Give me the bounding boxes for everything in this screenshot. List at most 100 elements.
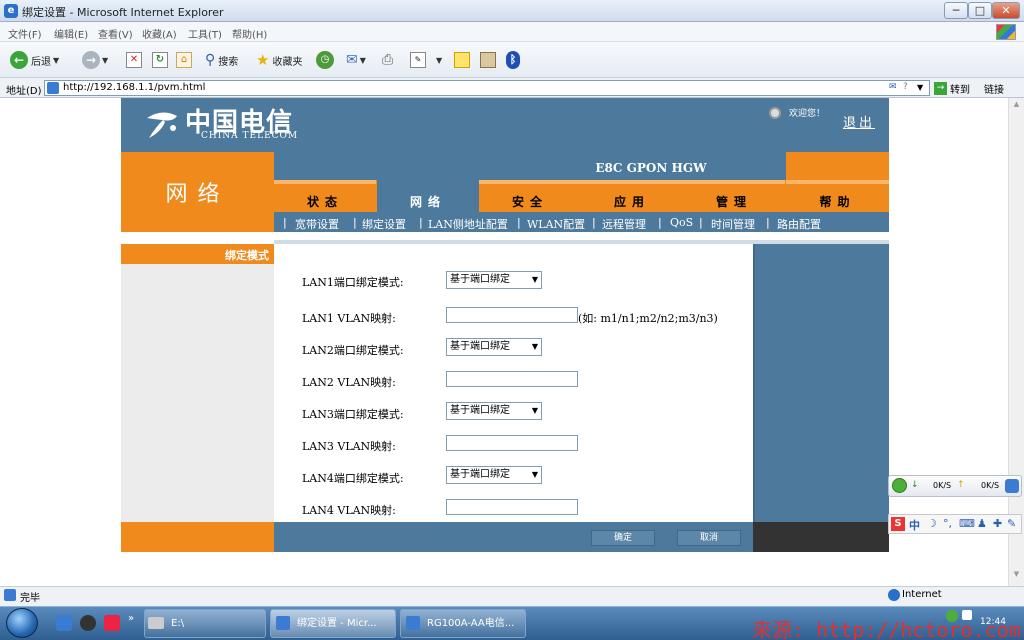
menu-view[interactable]: 查看(V) — [98, 26, 133, 41]
note-button[interactable] — [454, 50, 470, 70]
subnav-routing[interactable]: 路由配置 — [777, 216, 821, 232]
menu-edit[interactable]: 编辑(E) — [54, 26, 88, 41]
left-sidebar — [121, 244, 274, 522]
skin-icon[interactable]: ✚ — [993, 517, 1002, 530]
lan1-mode-value: 基于端口绑定 — [450, 274, 510, 285]
user-icon[interactable]: ♟ — [977, 517, 987, 530]
maximize-button[interactable]: □ — [968, 2, 992, 19]
lan1-mode-label: LAN1端口绑定模式: — [302, 276, 404, 289]
accelerator-icon — [892, 478, 907, 493]
punctuation-icon[interactable]: °, — [943, 517, 952, 530]
address-input[interactable]: http://192.168.1.1/pvm.html ✉ ? ▼ — [44, 80, 930, 96]
subnav-qos[interactable]: QoS — [670, 216, 693, 229]
lan1-vlan-input[interactable] — [446, 307, 578, 323]
favorites-button[interactable]: ★ 收藏夹 — [256, 50, 302, 70]
qq-icon[interactable] — [80, 615, 96, 631]
network-speed-widget[interactable]: ↓ 0K/S ↑ 0K/S — [888, 475, 1022, 497]
scroll-up-icon[interactable]: ▲ — [1011, 100, 1022, 111]
chevron-down-icon: ▼ — [531, 275, 538, 284]
welcome-text: 欢迎您！ — [789, 109, 826, 119]
input-method-bar[interactable]: S 中 ☽ °, ⌨ ♟ ✚ ✎ — [888, 514, 1022, 534]
windows-logo-icon — [996, 24, 1016, 40]
go-button[interactable]: → 转到 — [934, 81, 970, 96]
bluetooth-button[interactable]: ᛒ — [506, 50, 520, 70]
ok-button[interactable]: 确定 — [591, 530, 655, 546]
lan3-mode-select[interactable]: 基于端口绑定 ▼ — [446, 402, 542, 420]
lan2-mode-label: LAN2端口绑定模式: — [302, 344, 404, 357]
sogou-icon: S — [891, 517, 905, 531]
close-button[interactable]: ✕ — [992, 2, 1020, 19]
edit-button[interactable]: ✎ ▼ — [410, 50, 442, 70]
cancel-button[interactable]: 取消 — [677, 530, 741, 546]
mail-button[interactable]: ✉ ▼ — [346, 50, 366, 70]
logout-link[interactable]: 退出 — [843, 112, 875, 131]
menu-file[interactable]: 文件(F) — [8, 26, 42, 41]
keyboard-icon[interactable]: ⌨ — [959, 517, 975, 530]
drive-icon — [148, 617, 164, 629]
research-button[interactable] — [480, 50, 496, 70]
system-clock[interactable]: 12:44 — [980, 617, 1006, 627]
start-button[interactable] — [6, 608, 38, 638]
links-button[interactable]: 链接 — [984, 81, 1004, 96]
vertical-scrollbar[interactable]: ▲ ▼ — [1008, 98, 1024, 586]
download-speed: 0K/S — [933, 481, 952, 490]
tab-application[interactable]: 应用 — [581, 180, 683, 212]
lan2-vlan-input[interactable] — [446, 371, 578, 387]
subnav-remote[interactable]: 远程管理 — [602, 216, 646, 232]
menu-tools[interactable]: 工具(T) — [188, 26, 222, 41]
sidebar-item-binding-mode[interactable]: 绑定模式 — [121, 247, 269, 263]
chevron-down-icon: ▼ — [531, 406, 538, 415]
forward-arrow-icon: → — [82, 51, 100, 69]
scroll-down-icon[interactable]: ▼ — [1011, 570, 1022, 581]
note-icon — [454, 52, 470, 68]
tray-volume-icon[interactable] — [962, 610, 972, 620]
wrench-icon[interactable]: ✎ — [1007, 517, 1016, 530]
globe-icon — [888, 589, 900, 601]
menu-help[interactable]: 帮助(H) — [232, 26, 267, 41]
lan3-mode-value: 基于端口绑定 — [450, 405, 510, 416]
tab-network[interactable]: 网络 — [377, 180, 479, 212]
refresh-button[interactable]: ↻ — [152, 50, 168, 70]
page-icon — [47, 82, 59, 94]
moon-icon[interactable]: ☽ — [927, 517, 937, 530]
tab-security[interactable]: 安全 — [479, 180, 581, 212]
tray-network-icon[interactable] — [946, 610, 958, 622]
go-arrow-icon: → — [934, 82, 947, 95]
forward-button[interactable]: → ▼ — [82, 50, 108, 70]
lan3-vlan-label: LAN3 VLAN映射: — [302, 440, 396, 453]
lan1-mode-select[interactable]: 基于端口绑定 ▼ — [446, 271, 542, 289]
app-icon[interactable] — [104, 615, 120, 631]
lan3-vlan-input[interactable] — [446, 435, 578, 451]
print-icon: ⎙ — [382, 52, 394, 68]
lan2-mode-select[interactable]: 基于端口绑定 ▼ — [446, 338, 542, 356]
chevron-right-icon[interactable]: » — [128, 613, 134, 624]
lan2-mode-value: 基于端口绑定 — [450, 341, 510, 352]
settings-icon[interactable] — [1005, 479, 1019, 493]
subnav-lan-address[interactable]: LAN侧地址配置 — [428, 216, 508, 232]
tab-help[interactable]: 帮助 — [786, 180, 889, 212]
subnav-broadband[interactable]: 宽带设置 — [295, 216, 339, 232]
ime-mode[interactable]: 中 — [909, 517, 920, 533]
book-icon — [480, 52, 496, 68]
subnav-time[interactable]: 时间管理 — [711, 216, 755, 232]
home-button[interactable]: ⌂ — [176, 50, 192, 70]
chevron-down-icon[interactable]: ▼ — [917, 83, 923, 92]
print-button[interactable]: ⎙ — [382, 50, 393, 70]
search-button[interactable]: ⚲ 搜索 — [205, 50, 238, 70]
stop-button[interactable]: ✕ — [126, 50, 142, 70]
history-button[interactable]: ◷ — [316, 50, 334, 70]
ie-quicklaunch-icon[interactable] — [56, 615, 72, 631]
chevron-down-icon: ▼ — [436, 55, 443, 65]
lan4-vlan-input[interactable] — [446, 499, 578, 515]
menu-favorites[interactable]: 收藏(A) — [142, 26, 177, 41]
subnav-separator: | — [517, 216, 521, 229]
subnav-separator: | — [592, 216, 596, 229]
minimize-button[interactable]: ─ — [944, 2, 968, 19]
tab-status[interactable]: 状态 — [274, 180, 376, 212]
lan2-vlan-label: LAN2 VLAN映射: — [302, 376, 396, 389]
back-button[interactable]: ← 后退 ▼ — [10, 50, 59, 70]
subnav-wlan[interactable]: WLAN配置 — [527, 216, 585, 232]
subnav-binding[interactable]: 绑定设置 — [362, 216, 406, 232]
lan4-mode-select[interactable]: 基于端口绑定 ▼ — [446, 466, 542, 484]
tab-management[interactable]: 管理 — [683, 180, 785, 212]
